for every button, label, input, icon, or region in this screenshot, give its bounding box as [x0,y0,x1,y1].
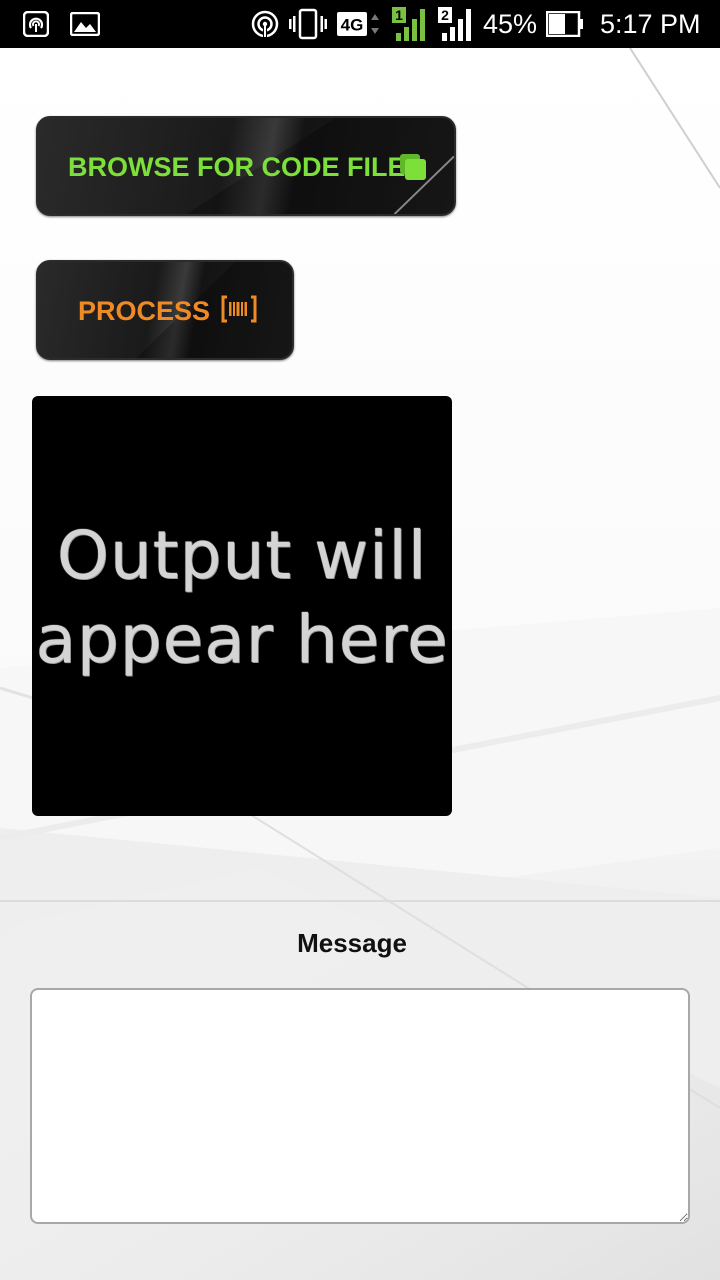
wireless-icon [250,0,280,48]
output-placeholder: Output will appear here [32,514,452,682]
message-label: Message [297,928,407,958]
network-type-text: 4G [341,16,364,35]
sim1-label: 1 [395,7,403,23]
status-bar: 4G 1 2 45% 5:17 PM [0,0,720,48]
process-button[interactable]: PROCESS [36,260,294,360]
vibrate-icon [288,0,328,48]
output-panel: Output will appear here [32,396,452,816]
signal-sim2-icon: 2 [436,0,474,48]
image-notification-icon [70,0,100,48]
battery-percent: 45% [483,9,538,39]
browse-code-file-button[interactable]: BROWSE FOR CODE FILE [36,116,456,216]
browse-button-label: BROWSE FOR CODE FILE [68,152,406,182]
divider [0,900,720,902]
process-button-label: PROCESS [78,296,211,326]
message-textarea[interactable] [30,988,690,1224]
battery-icon [546,0,584,48]
network-4g-icon: 4G [337,0,381,48]
sim2-label: 2 [441,7,449,23]
signal-sim1-icon: 1 [390,0,428,48]
output-line-2: appear here [35,601,449,678]
clock-time: 5:17 PM [600,9,701,39]
hotspot-icon [22,0,50,48]
copy-icon [398,152,428,187]
barcode-icon [221,295,257,328]
output-line-1: Output will [56,517,428,594]
